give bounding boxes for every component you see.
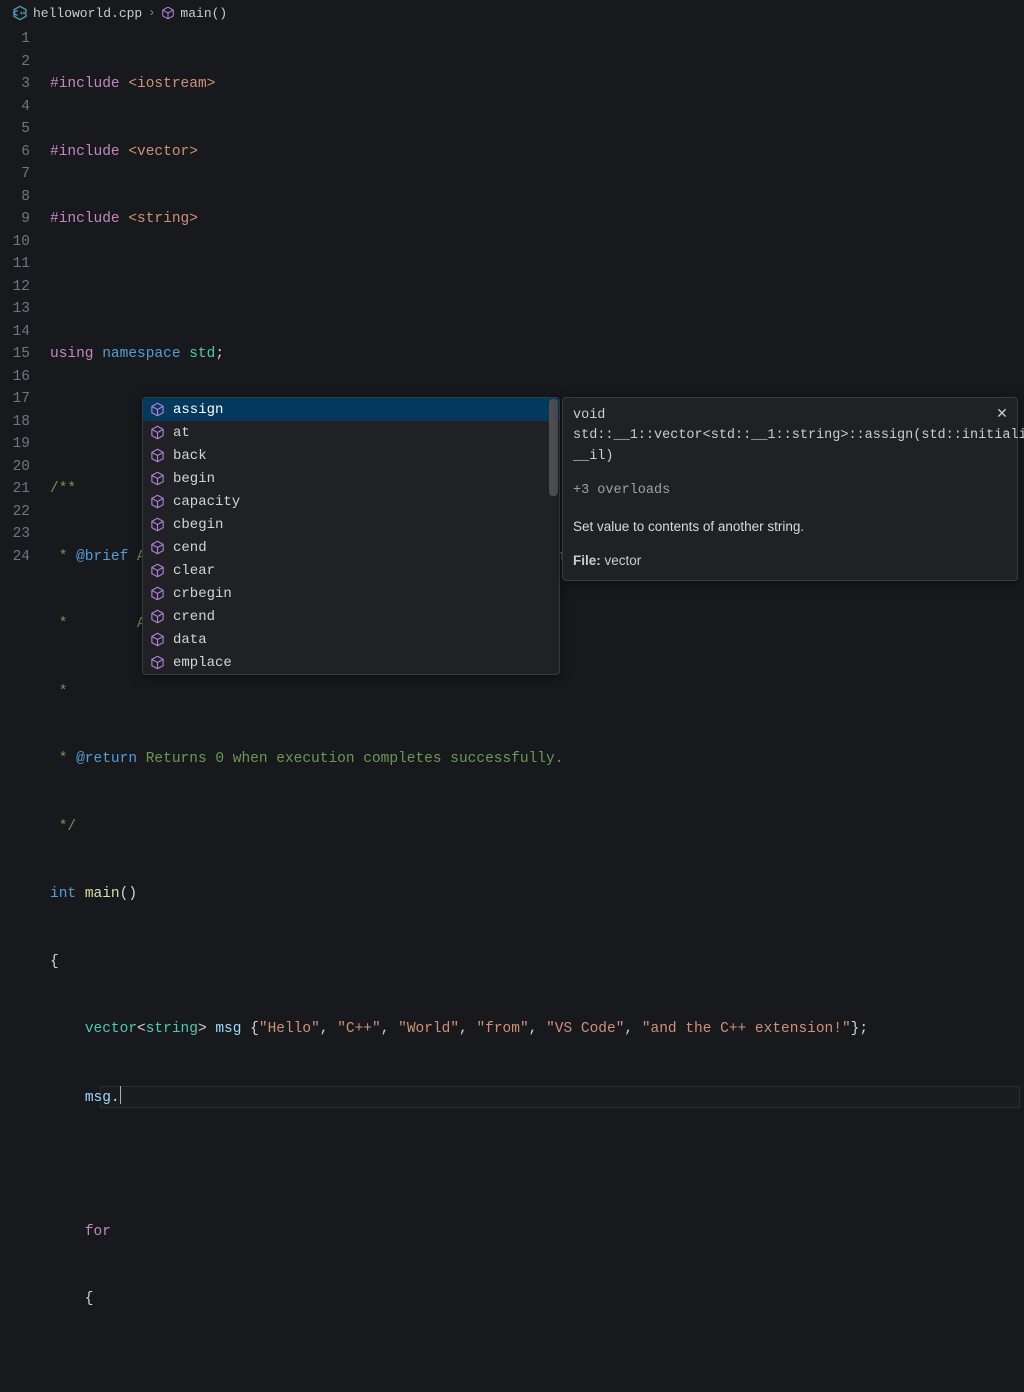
editor[interactable]: 123456789101112131415161718192021222324 …	[0, 26, 1024, 1392]
autocomplete-item[interactable]: assign	[143, 398, 559, 421]
autocomplete-item[interactable]: emplace	[143, 651, 559, 674]
autocomplete-popup[interactable]: assign at back begin capacity cbegin cend clear…	[142, 397, 560, 675]
breadcrumb: helloworld.cpp › main()	[0, 0, 1024, 26]
method-icon	[150, 402, 165, 417]
autocomplete-item-label: back	[173, 448, 207, 464]
autocomplete-scrollbar[interactable]	[549, 399, 558, 496]
autocomplete-item-label: at	[173, 425, 190, 441]
autocomplete-item[interactable]: crbegin	[143, 582, 559, 605]
cpp-file-icon	[12, 5, 28, 21]
autocomplete-item-label: capacity	[173, 494, 240, 510]
signature-text: void std::__1::vector<std::__1::string>:…	[573, 406, 1007, 467]
breadcrumb-file[interactable]: helloworld.cpp	[12, 5, 142, 21]
autocomplete-item-label: data	[173, 632, 207, 648]
doc-description: Set value to contents of another string.	[573, 517, 1007, 537]
autocomplete-list[interactable]: assign at back begin capacity cbegin cend clear…	[143, 398, 559, 674]
autocomplete-item[interactable]: data	[143, 628, 559, 651]
autocomplete-item-label: emplace	[173, 655, 232, 671]
breadcrumb-symbol[interactable]: main()	[161, 6, 227, 21]
method-icon	[150, 540, 165, 555]
method-icon	[150, 425, 165, 440]
autocomplete-item[interactable]: begin	[143, 467, 559, 490]
code-area[interactable]: #include <iostream> #include <vector> #i…	[50, 26, 1024, 1392]
method-icon	[150, 632, 165, 647]
current-line-highlight	[100, 1086, 1020, 1109]
method-icon	[150, 517, 165, 532]
method-icon	[150, 609, 165, 624]
autocomplete-item[interactable]: at	[143, 421, 559, 444]
autocomplete-item-label: crbegin	[173, 586, 232, 602]
autocomplete-item-label: clear	[173, 563, 215, 579]
autocomplete-item[interactable]: cend	[143, 536, 559, 559]
breadcrumb-file-label: helloworld.cpp	[33, 6, 142, 21]
autocomplete-item[interactable]: clear	[143, 559, 559, 582]
method-icon	[150, 655, 165, 670]
doc-file: File: vector	[573, 551, 1007, 571]
text-cursor	[120, 1086, 121, 1104]
overloads-count: +3 overloads	[573, 481, 1007, 501]
autocomplete-item-label: crend	[173, 609, 215, 625]
method-icon	[150, 563, 165, 578]
autocomplete-item[interactable]: capacity	[143, 490, 559, 513]
method-icon	[161, 6, 175, 20]
autocomplete-item[interactable]: crend	[143, 605, 559, 628]
autocomplete-item-label: cend	[173, 540, 207, 556]
autocomplete-item-label: assign	[173, 402, 223, 418]
line-gutter: 123456789101112131415161718192021222324	[0, 26, 50, 1392]
method-icon	[150, 586, 165, 601]
method-icon	[150, 494, 165, 509]
autocomplete-item-label: begin	[173, 471, 215, 487]
autocomplete-item-label: cbegin	[173, 517, 223, 533]
signature-popup: ✕ void std::__1::vector<std::__1::string…	[562, 397, 1018, 581]
breadcrumb-symbol-label: main()	[180, 6, 227, 21]
close-icon[interactable]: ✕	[993, 404, 1011, 422]
autocomplete-item[interactable]: cbegin	[143, 513, 559, 536]
chevron-right-icon: ›	[148, 6, 155, 20]
autocomplete-item[interactable]: back	[143, 444, 559, 467]
method-icon	[150, 448, 165, 463]
method-icon	[150, 471, 165, 486]
